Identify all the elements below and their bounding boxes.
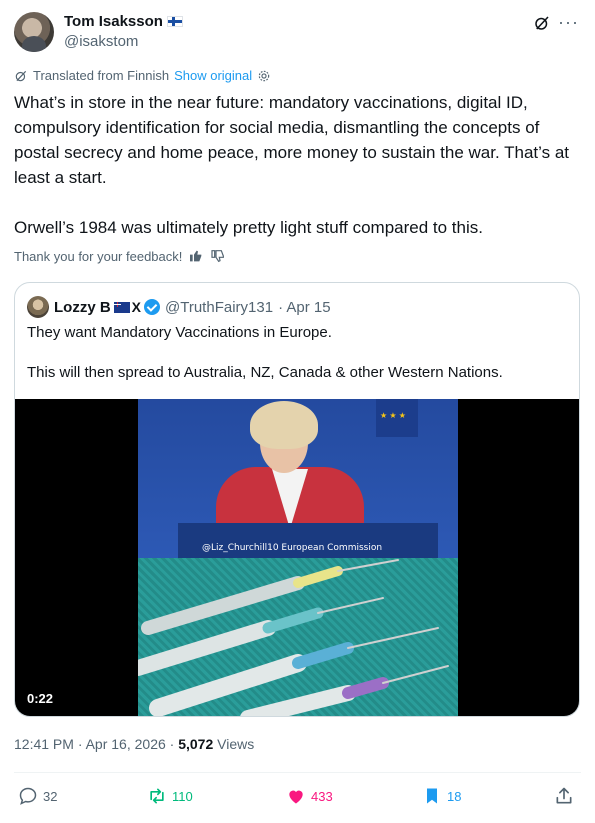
- finland-flag-icon: [166, 16, 183, 27]
- quoted-tweet-date[interactable]: · Apr 15: [278, 299, 331, 316]
- author-handle[interactable]: @isakstom: [64, 33, 138, 50]
- divider: [14, 772, 581, 773]
- x-logo-icon: X: [131, 299, 142, 315]
- bookmark-button[interactable]: 18: [422, 786, 461, 806]
- tweet-meta: 12:41 PM · Apr 16, 2026 · 5,072 Views: [14, 736, 254, 752]
- verified-badge-icon: [144, 299, 161, 315]
- show-original-link[interactable]: Show original: [174, 68, 252, 83]
- more-options-icon[interactable]: ···: [558, 13, 579, 31]
- author-name[interactable]: Tom Isaksson: [64, 13, 183, 30]
- like-button[interactable]: 433: [286, 786, 333, 806]
- post-timestamp[interactable]: 12:41 PM · Apr 16, 2026 ·: [14, 736, 174, 752]
- translated-label: Translated from Finnish: [33, 68, 170, 83]
- reply-icon: [19, 787, 37, 805]
- speaker-hair: [250, 401, 318, 449]
- quoted-tweet-text: They want Mandatory Vaccinations in Euro…: [27, 324, 503, 381]
- quoted-tweet[interactable]: Lozzy B X @TruthFairy131 · Apr 15 They w…: [14, 282, 580, 717]
- quoted-author-avatar[interactable]: [27, 296, 49, 318]
- tweet-header: Tom Isaksson @isakstom ···: [14, 10, 581, 54]
- quoted-author-handle[interactable]: @TruthFairy131: [165, 299, 273, 316]
- repost-icon: [150, 788, 164, 804]
- video-timestamp: 0:22: [27, 691, 54, 706]
- repost-count: 110: [172, 788, 193, 804]
- share-button[interactable]: [554, 786, 574, 806]
- grok-icon[interactable]: [533, 14, 551, 32]
- settings-gear-icon[interactable]: [257, 69, 271, 83]
- translation-notice: Translated from Finnish Show original: [14, 68, 271, 83]
- quoted-author-name[interactable]: Lozzy B: [54, 299, 111, 316]
- views-label: Views: [217, 736, 255, 752]
- repost-button[interactable]: 110: [147, 786, 193, 806]
- action-bar: 32 110 433 18: [14, 786, 581, 808]
- feedback-text: Thank you for your feedback!: [14, 248, 183, 264]
- bookmark-icon: [427, 788, 437, 804]
- video-caption: @Liz_Churchill10 European Commission: [202, 543, 383, 553]
- translation-feedback: Thank you for your feedback!: [14, 248, 226, 264]
- heart-icon: [289, 790, 303, 804]
- views-count: 5,072: [178, 736, 214, 752]
- syringes-illustration: [138, 559, 449, 716]
- translate-icon: [15, 70, 27, 81]
- share-icon: [556, 787, 572, 804]
- author-name-text[interactable]: Tom Isaksson: [64, 13, 163, 30]
- reply-button[interactable]: 32: [18, 786, 57, 806]
- video-player[interactable]: @Liz_Churchill10 European Commission: [15, 399, 579, 716]
- tweet-text: What’s in store in the near future: mand…: [14, 93, 570, 237]
- quoted-tweet-header: Lozzy B X @TruthFairy131 · Apr 15: [27, 295, 331, 319]
- eu-logo-panel: [376, 399, 418, 437]
- bookmark-count: 18: [447, 788, 462, 804]
- thumbs-up-icon[interactable]: [188, 248, 204, 264]
- like-count: 433: [311, 788, 333, 804]
- thumbs-down-icon[interactable]: [210, 248, 226, 264]
- video-frame-syringes: [138, 558, 458, 716]
- author-avatar[interactable]: [14, 12, 54, 52]
- reply-count: 32: [43, 788, 58, 804]
- video-frame-press-conference: @Liz_Churchill10 European Commission: [138, 399, 458, 558]
- australia-flag-icon: [113, 301, 130, 313]
